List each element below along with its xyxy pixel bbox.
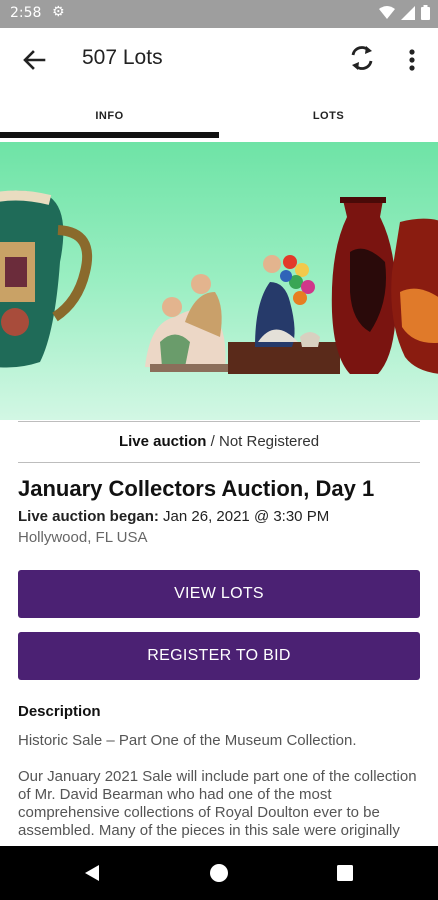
auction-hero-image bbox=[0, 142, 438, 420]
description-heading: Description bbox=[18, 703, 101, 720]
nav-home-icon[interactable] bbox=[209, 863, 229, 883]
nav-back-icon[interactable] bbox=[82, 863, 102, 883]
navigation-bar bbox=[0, 846, 438, 900]
page-title: 507 Lots bbox=[82, 46, 163, 69]
app-bar: 507 Lots bbox=[0, 28, 438, 92]
auction-location: Hollywood, FL USA bbox=[18, 529, 148, 546]
tab-lots[interactable]: LOTS bbox=[219, 92, 438, 140]
status-time: 2:58 bbox=[10, 5, 42, 21]
auction-title: January Collectors Auction, Day 1 bbox=[18, 476, 375, 501]
settings-gear-icon: ⚙ bbox=[52, 4, 65, 20]
tab-indicator bbox=[0, 132, 219, 138]
description-body: Our January 2021 Sale will include part … bbox=[18, 768, 417, 839]
character-jug-image bbox=[0, 190, 93, 368]
refresh-icon[interactable] bbox=[346, 42, 378, 74]
signal-icon bbox=[401, 5, 415, 20]
status-bar: 2:58 ⚙ bbox=[0, 0, 438, 28]
battery-icon bbox=[421, 5, 430, 20]
nav-recents-icon[interactable] bbox=[336, 864, 354, 882]
register-to-bid-button[interactable]: REGISTER TO BID bbox=[18, 632, 420, 680]
more-options-icon[interactable] bbox=[400, 44, 424, 76]
status-icons bbox=[379, 5, 430, 20]
flambe-vase-image bbox=[331, 197, 397, 374]
began-label: Live auction began: bbox=[18, 508, 159, 525]
auction-status-row: Live auction / Not Registered bbox=[18, 421, 420, 463]
began-value: Jan 26, 2021 @ 3:30 PM bbox=[163, 508, 330, 525]
couple-figurine-image bbox=[145, 274, 230, 372]
second-vase-image bbox=[391, 218, 438, 374]
wifi-icon bbox=[379, 5, 395, 19]
back-arrow-icon[interactable] bbox=[18, 44, 50, 76]
auction-start: Live auction began: Jan 26, 2021 @ 3:30 … bbox=[18, 508, 329, 525]
view-lots-button[interactable]: VIEW LOTS bbox=[18, 570, 420, 618]
auction-type: Live auction bbox=[118, 433, 207, 450]
description-subtitle: Historic Sale – Part One of the Museum C… bbox=[18, 732, 357, 749]
balloon-seller-figurine-image bbox=[228, 255, 340, 374]
registration-status: / Not Registered bbox=[210, 433, 320, 450]
